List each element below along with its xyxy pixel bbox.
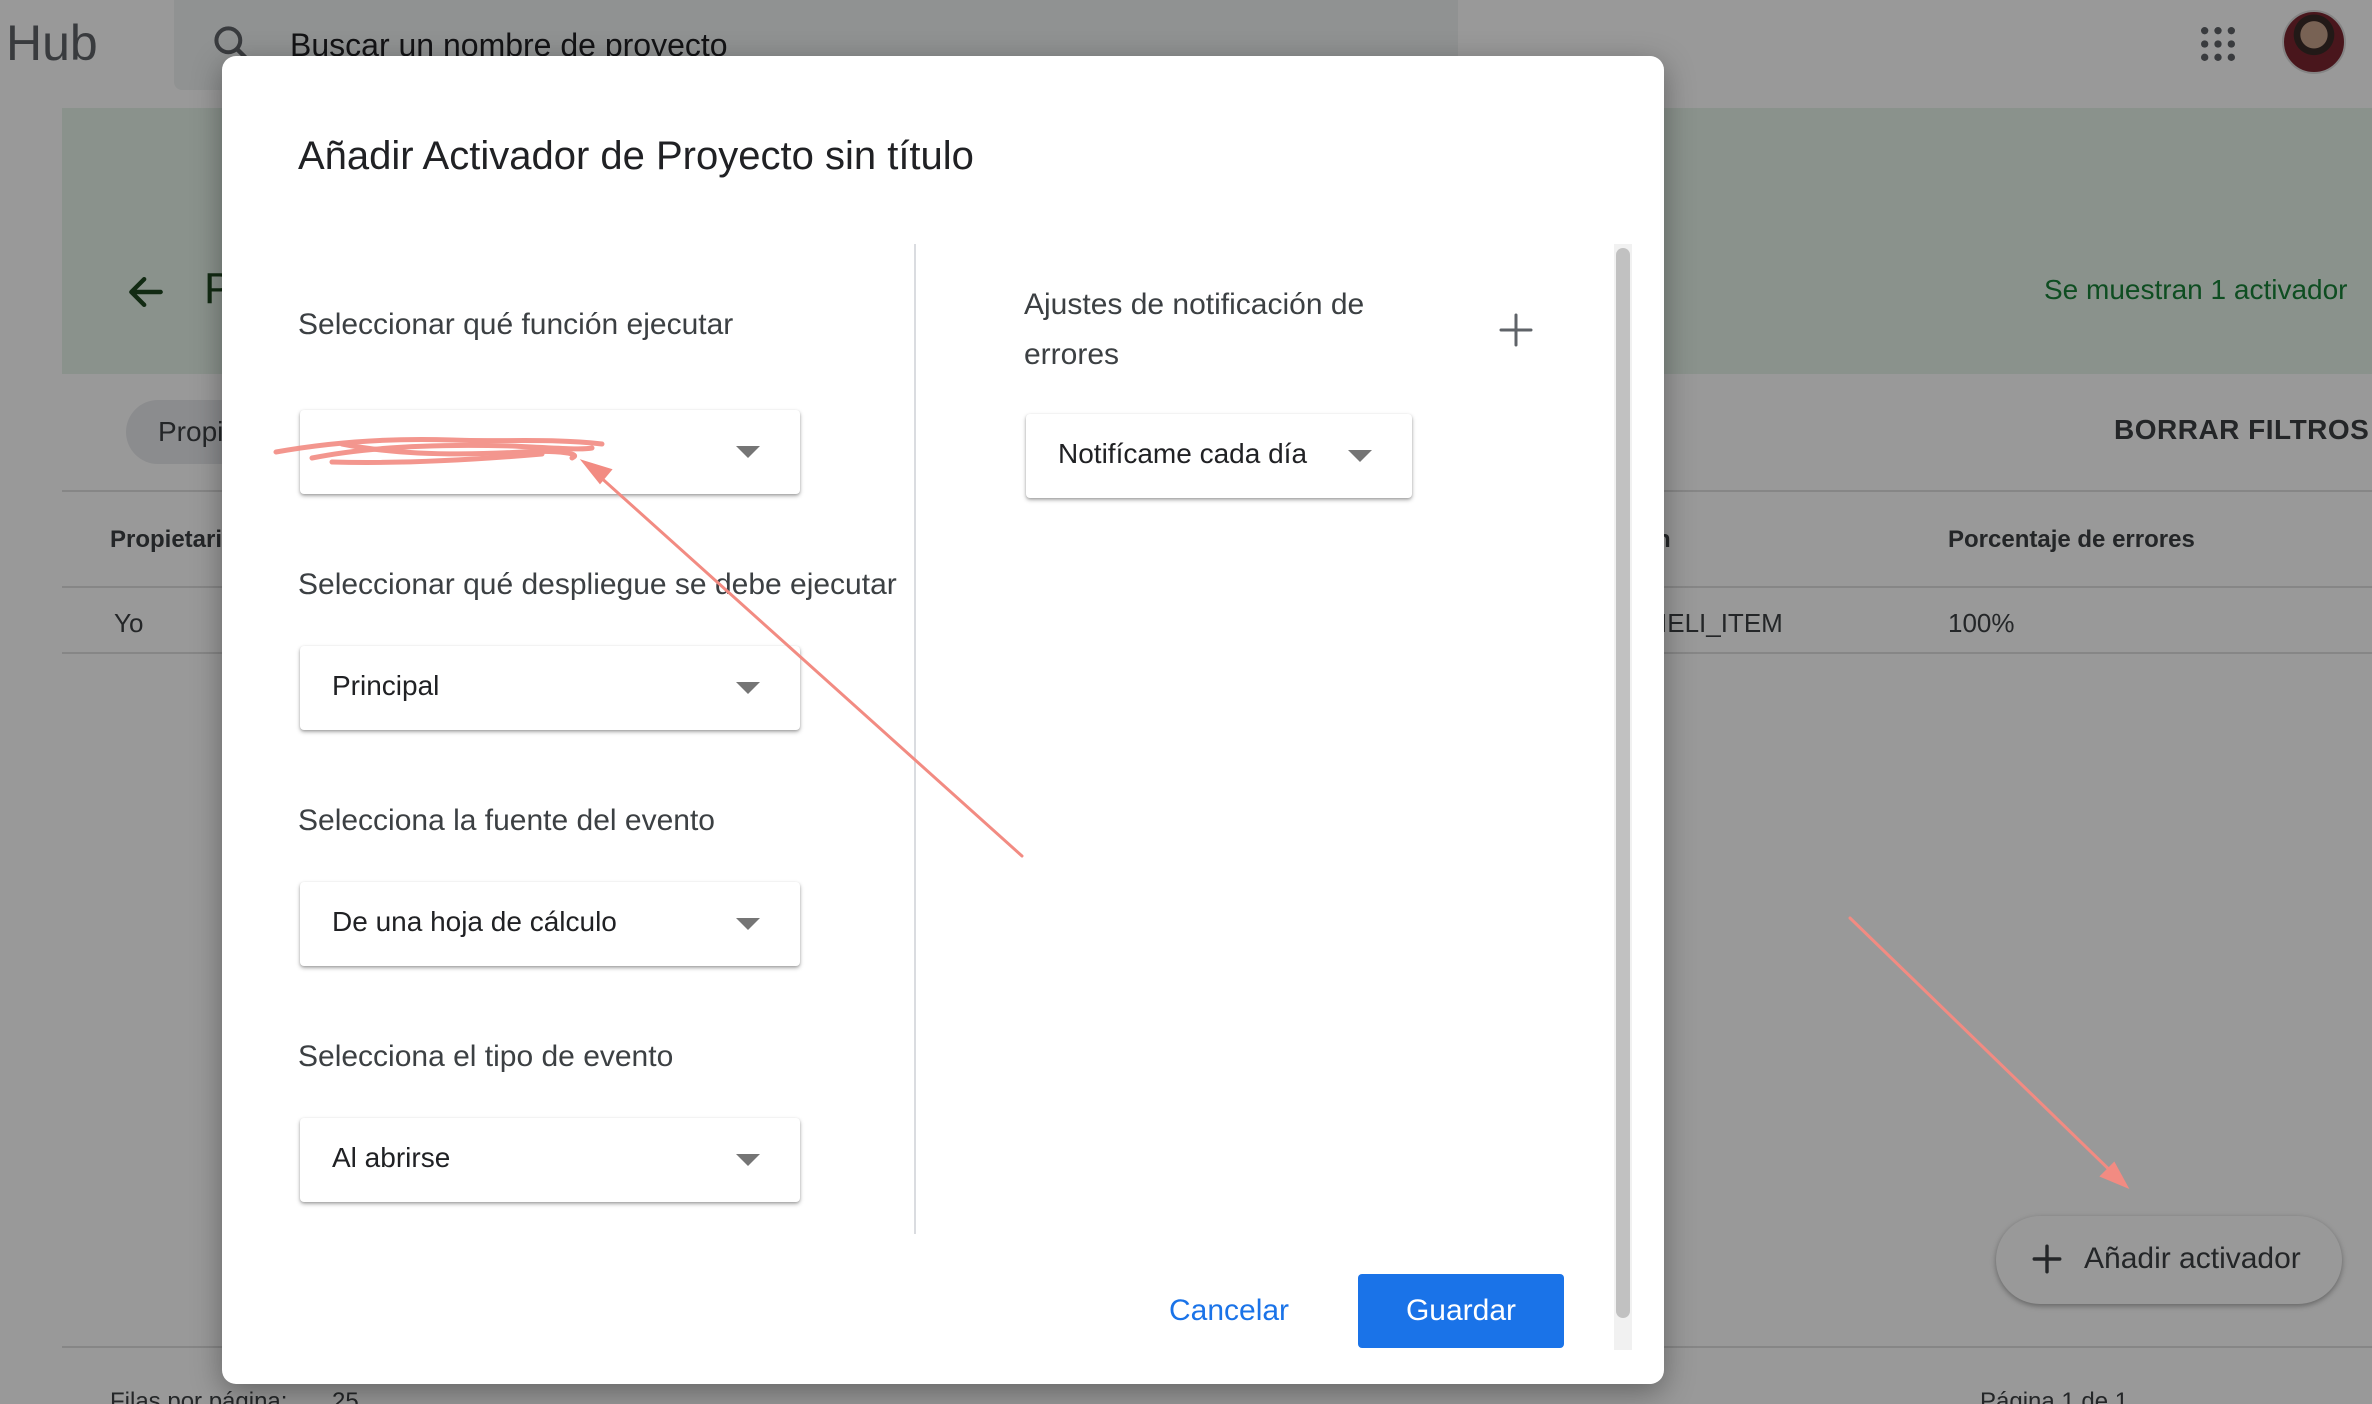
event-type-select-value: Al abrirse: [332, 1142, 451, 1173]
redaction-scribble: [273, 437, 605, 466]
add-trigger-dialog: Añadir Activador de Proyecto sin título …: [222, 56, 1664, 1384]
event-type-select[interactable]: Al abrirse: [300, 1118, 800, 1202]
save-button[interactable]: Guardar: [1358, 1274, 1564, 1348]
notification-frequency-value: Notifícame cada día: [1058, 438, 1308, 469]
event-source-label: Selecciona la fuente del evento: [298, 804, 715, 837]
notification-frequency-select[interactable]: Notifícame cada día: [1026, 414, 1412, 498]
deployment-select[interactable]: Principal: [300, 646, 800, 730]
dropdown-arrow-icon: [1348, 450, 1372, 462]
dropdown-arrow-icon: [736, 1154, 760, 1166]
dialog-title: Añadir Activador de Proyecto sin título: [298, 134, 974, 178]
deployment-select-value: Principal: [332, 670, 440, 701]
event-type-label: Selecciona el tipo de evento: [298, 1040, 674, 1073]
dropdown-arrow-icon: [736, 446, 760, 458]
cancel-button[interactable]: Cancelar: [1142, 1274, 1316, 1348]
event-source-select[interactable]: De una hoja de cálculo: [300, 882, 800, 966]
event-source-select-value: De una hoja de cálculo: [332, 906, 617, 937]
dropdown-arrow-icon: [736, 918, 760, 930]
dialog-scrollbar-thumb[interactable]: [1616, 248, 1630, 1318]
function-label: Seleccionar qué función ejecutar: [298, 308, 734, 341]
plus-icon[interactable]: [1498, 312, 1534, 348]
error-notification-label: Ajustes de notificación de errores: [1024, 288, 1365, 371]
deployment-label: Seleccionar qué despliegue se debe ejecu…: [298, 568, 897, 601]
column-divider: [914, 244, 916, 1234]
dropdown-arrow-icon: [736, 682, 760, 694]
